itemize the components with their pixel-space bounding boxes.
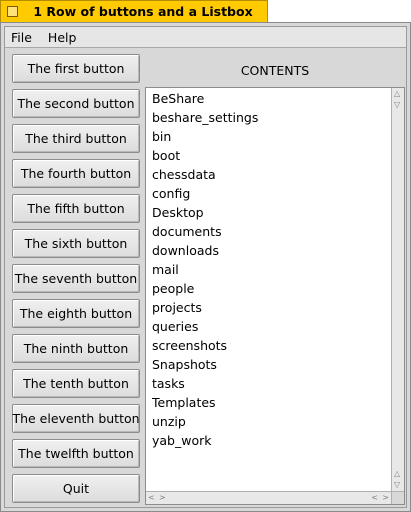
first-button[interactable]: The first button [12,54,140,83]
scrollbar-corner [391,491,404,504]
list-item[interactable]: bin [146,127,391,146]
list-item[interactable]: Snapshots [146,355,391,374]
vertical-scrollbar[interactable]: △ ▽ △ ▽ [391,88,404,491]
scroll-left-arrow-icon[interactable]: < [148,493,155,503]
twelfth-button[interactable]: The twelfth button [12,439,140,468]
list-item[interactable]: chessdata [146,165,391,184]
menubar: File Help [5,27,406,48]
listbox[interactable]: BeShare beshare_settings bin boot chessd… [145,87,405,505]
scroll-right-arrow-icon[interactable]: > [159,493,166,503]
list-item[interactable]: mail [146,260,391,279]
scroll-down-arrow-icon[interactable]: ▽ [394,480,400,490]
menu-help[interactable]: Help [40,30,85,45]
list-item[interactable]: downloads [146,241,391,260]
listbox-label: CONTENTS [240,63,310,78]
list-item[interactable]: queries [146,317,391,336]
list-item[interactable]: screenshots [146,336,391,355]
window-frame: File Help The first button The second bu… [0,22,411,512]
ninth-button[interactable]: The ninth button [12,334,140,363]
list-item[interactable]: Desktop [146,203,391,222]
scroll-right-arrow-icon[interactable]: > [382,493,389,503]
horizontal-scrollbar[interactable]: < > < > [146,491,391,504]
scroll-left-arrow-icon[interactable]: < [371,493,378,503]
list-item[interactable]: boot [146,146,391,165]
list-item[interactable]: projects [146,298,391,317]
list-item[interactable]: Templates [146,393,391,412]
listbox-items: BeShare beshare_settings bin boot chessd… [146,88,391,491]
fifth-button[interactable]: The fifth button [12,194,140,223]
window-tab[interactable]: 1 Row of buttons and a Listbox [0,0,268,22]
eighth-button[interactable]: The eighth button [12,299,140,328]
list-item[interactable]: tasks [146,374,391,393]
quit-button[interactable]: Quit [12,474,140,503]
fourth-button[interactable]: The fourth button [12,159,140,188]
window-content: File Help The first button The second bu… [4,26,407,508]
tenth-button[interactable]: The tenth button [12,369,140,398]
list-item[interactable]: people [146,279,391,298]
seventh-button[interactable]: The seventh button [12,264,140,293]
menu-file[interactable]: File [5,30,40,45]
list-item[interactable]: unzip [146,412,391,431]
third-button[interactable]: The third button [12,124,140,153]
list-item[interactable]: documents [146,222,391,241]
scroll-up-arrow-icon[interactable]: △ [394,89,400,99]
scroll-up-arrow-icon[interactable]: △ [394,469,400,479]
list-item[interactable]: yab_work [146,431,391,450]
close-box-icon[interactable] [7,6,18,17]
list-item[interactable]: BeShare [146,89,391,108]
scroll-down-arrow-icon[interactable]: ▽ [394,100,400,110]
eleventh-button[interactable]: The eleventh button [12,404,140,433]
window-title: 1 Row of buttons and a Listbox [33,4,253,19]
list-item[interactable]: beshare_settings [146,108,391,127]
sixth-button[interactable]: The sixth button [12,229,140,258]
list-item[interactable]: config [146,184,391,203]
second-button[interactable]: The second button [12,89,140,118]
